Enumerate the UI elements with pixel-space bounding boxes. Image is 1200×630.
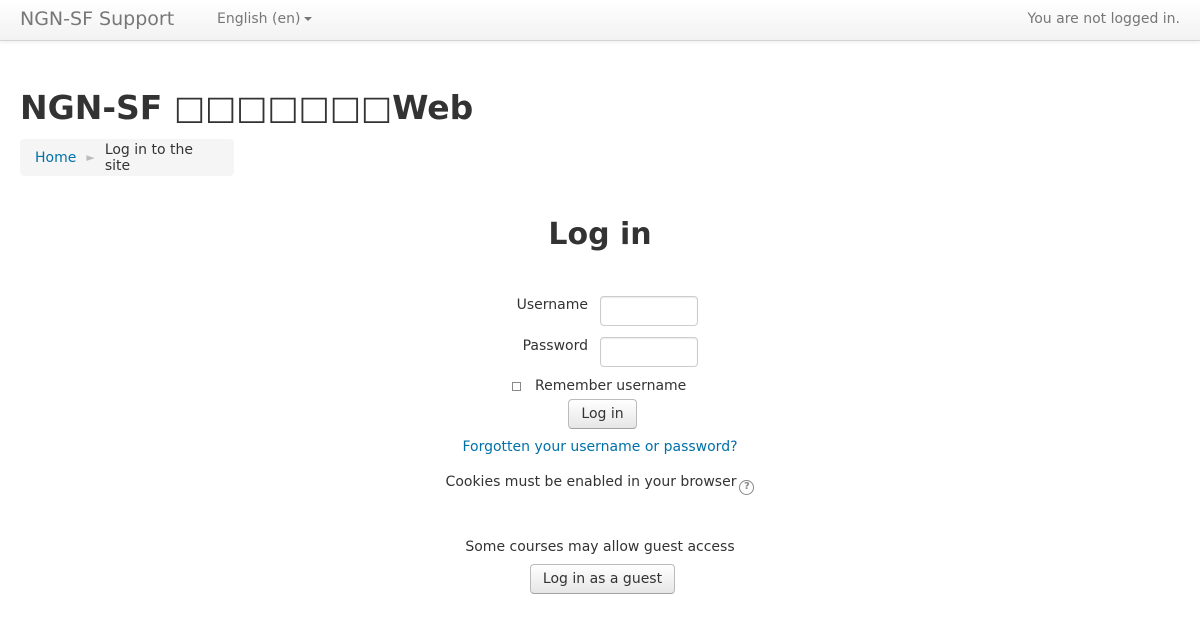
breadcrumb-separator-icon: ►: [86, 151, 95, 164]
language-menu[interactable]: English (en): [217, 11, 313, 27]
username-input[interactable]: [600, 296, 698, 326]
login-heading: Log in: [548, 217, 652, 252]
password-input[interactable]: [600, 337, 698, 367]
cookies-text: Cookies must be enabled in your browser: [445, 474, 737, 490]
breadcrumb-current: Log in to the site: [104, 141, 193, 174]
login-button[interactable]: Log in: [568, 399, 637, 429]
remember-username-checkbox[interactable]: [512, 381, 521, 391]
question-circle-icon[interactable]: ?: [739, 480, 755, 495]
top-navbar: NGN-SF Support English (en) You are not …: [0, 0, 1200, 41]
remember-username-label[interactable]: Remember username: [535, 378, 686, 394]
password-label: Password: [522, 338, 588, 354]
login-status-text: You are not logged in.: [1027, 11, 1180, 27]
page-title: NGN-SF □□□□□□□Web: [20, 88, 474, 127]
remember-username-row: Remember username: [512, 378, 686, 394]
username-label: Username: [516, 297, 588, 313]
site-brand-link[interactable]: NGN-SF Support: [20, 8, 174, 30]
cookies-notice: Cookies must be enabled in your browser?: [0, 474, 1200, 495]
breadcrumb-home-link[interactable]: Home: [35, 150, 76, 166]
forgot-password-link[interactable]: Forgotten your username or password?: [0, 439, 1200, 455]
breadcrumb: Home ► Log in to the site: [20, 139, 234, 176]
guest-access-note: Some courses may allow guest access: [465, 539, 735, 555]
guest-login-button[interactable]: Log in as a guest: [530, 564, 675, 594]
language-label: English (en): [217, 11, 301, 27]
caret-down-icon: [304, 17, 313, 21]
